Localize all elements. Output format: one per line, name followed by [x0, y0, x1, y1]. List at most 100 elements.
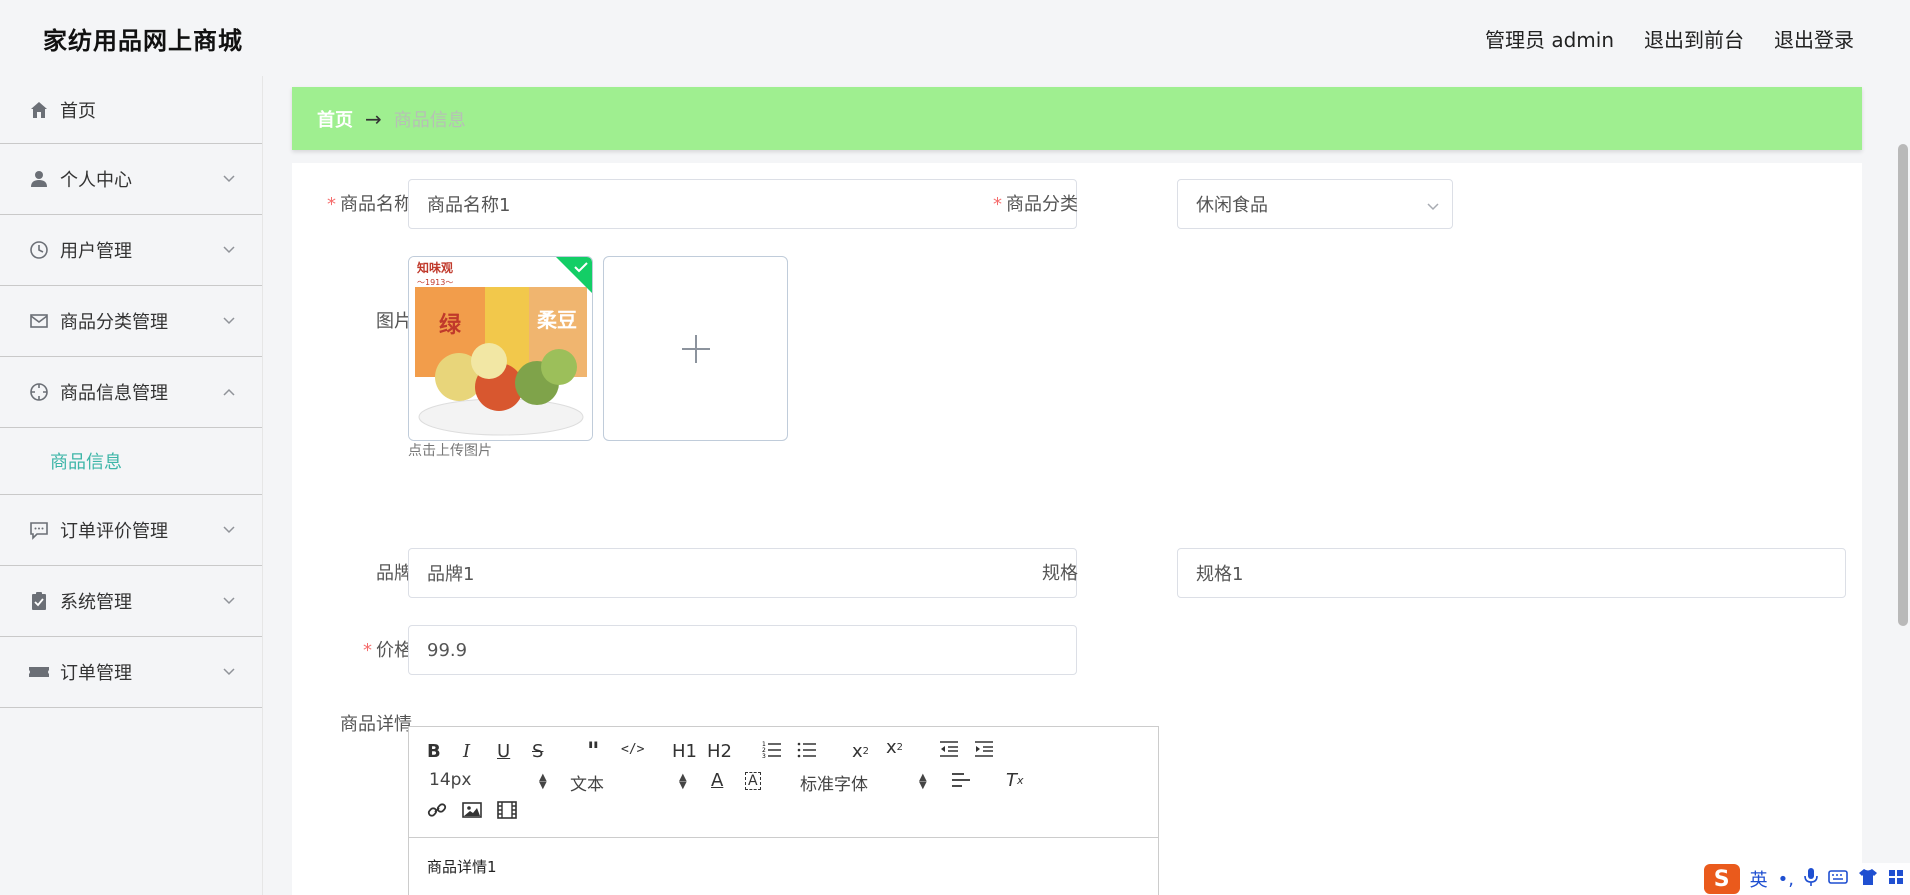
svg-text:3: 3 — [762, 753, 766, 759]
header-1-icon[interactable]: H1 — [672, 741, 697, 762]
sidebar-item-label: 个人中心 — [60, 170, 132, 191]
upload-tip: 点击上传图片 — [408, 443, 492, 459]
chat-icon — [28, 519, 50, 541]
product-category-select[interactable]: 休闲食品 — [1177, 179, 1453, 229]
spec-input[interactable]: 规格1 — [1177, 548, 1846, 598]
sidebar-item-user-management[interactable]: 用户管理 — [0, 215, 262, 286]
exit-to-front-link[interactable]: 退出到前台 — [1644, 24, 1744, 53]
toolbox-icon[interactable] — [1888, 869, 1904, 890]
video-icon[interactable] — [497, 801, 517, 819]
chevron-down-icon — [222, 665, 236, 679]
select-arrows-icon: ▲ ▼ — [679, 772, 687, 791]
detail-label: 商品详情 — [340, 714, 412, 735]
brand-label: 品牌 — [376, 563, 412, 584]
font-family-select[interactable]: 标准字体 ▲ ▼ — [800, 770, 927, 796]
sidebar-subitem-product-info[interactable]: 商品信息 — [50, 448, 122, 474]
uploaded-product-image[interactable]: 知味观 〜1913〜 绿 柔豆 — [408, 256, 593, 441]
product-category-value: 休闲食品 — [1196, 195, 1268, 216]
outdent-icon[interactable] — [939, 740, 959, 758]
editor-content[interactable]: 商品详情1 — [409, 838, 1158, 895]
upload-add-button[interactable] — [603, 256, 788, 441]
font-family-value: 标准字体 — [800, 775, 868, 795]
chevron-down-icon — [222, 594, 236, 608]
sidebar-item-personal-center[interactable]: 个人中心 — [0, 144, 262, 215]
image-label: 图片 — [376, 311, 412, 332]
vertical-scrollbar[interactable] — [1896, 70, 1910, 895]
sidebar-item-order-review-management[interactable]: 订单评价管理 — [0, 495, 262, 566]
sidebar-item-label: 商品信息管理 — [60, 383, 168, 404]
main-content: 首页 → 商品信息 * 商品名称 商品名称1 * 商品分类 休闲食品 图片 知味观 … — [292, 87, 1862, 895]
svg-text:〜1913〜: 〜1913〜 — [417, 278, 453, 287]
bold-icon[interactable]: B — [427, 741, 441, 762]
background-color-icon[interactable]: A — [745, 772, 761, 790]
text-type-select[interactable]: 文本 ▲ ▼ — [570, 770, 687, 796]
svg-text:绿: 绿 — [439, 312, 462, 338]
font-color-icon[interactable]: A — [711, 770, 723, 791]
strike-icon[interactable]: S — [532, 741, 543, 762]
align-left-icon[interactable] — [951, 772, 971, 790]
font-size-value: 14px — [429, 770, 472, 790]
text-type-value: 文本 — [570, 775, 604, 795]
product-category-label: * 商品分类 — [993, 194, 1078, 215]
keyboard-icon[interactable] — [1828, 869, 1848, 890]
indent-icon[interactable] — [974, 740, 994, 758]
image-icon[interactable] — [462, 801, 482, 819]
plus-icon — [681, 334, 710, 363]
ime-toolbar: S 英 •, — [1697, 863, 1910, 895]
rich-text-editor: B I U S " </> H1 H2 123 x2 x2 14px ▲ ▼ 文… — [408, 726, 1159, 895]
logout-link[interactable]: 退出登录 — [1774, 24, 1854, 53]
chevron-up-icon — [222, 385, 236, 399]
sidebar-item-label: 用户管理 — [60, 241, 132, 262]
sidebar-item-home[interactable]: 首页 — [0, 76, 262, 144]
skin-icon[interactable] — [1858, 868, 1878, 891]
punctuation-icon[interactable]: •, — [1778, 869, 1794, 890]
sogou-logo-icon[interactable]: S — [1703, 864, 1740, 894]
microphone-icon[interactable] — [1804, 867, 1818, 892]
header-2-icon[interactable]: H2 — [707, 741, 732, 762]
chevron-down-icon — [222, 523, 236, 537]
svg-text:柔豆: 柔豆 — [537, 308, 577, 332]
sidebar-item-label: 订单评价管理 — [60, 521, 168, 542]
check-icon — [574, 262, 588, 273]
chevron-down-icon — [222, 314, 236, 328]
sidebar-item-system-management[interactable]: 系统管理 — [0, 566, 262, 637]
chevron-down-icon — [1426, 197, 1440, 211]
price-label: * 价格 — [363, 640, 412, 661]
breadcrumb: 首页 → 商品信息 — [292, 87, 1862, 150]
user-icon — [28, 168, 50, 190]
clock-icon — [28, 239, 50, 261]
sidebar-item-label: 首页 — [60, 100, 96, 122]
sidebar-item-label: 商品分类管理 — [60, 312, 168, 333]
spec-label: 规格 — [1042, 563, 1078, 584]
code-block-icon[interactable]: </> — [621, 742, 644, 757]
sidebar-item-order-management[interactable]: 订单管理 — [0, 637, 262, 708]
compass-icon — [28, 381, 50, 403]
home-icon — [28, 99, 50, 121]
sidebar-item-label: 系统管理 — [60, 592, 132, 613]
bullet-list-icon[interactable] — [797, 739, 817, 759]
underline-icon[interactable]: U — [497, 741, 510, 762]
subscript-icon[interactable]: x2 — [852, 741, 869, 762]
price-input[interactable]: 99.9 — [408, 625, 1077, 675]
scrollbar-thumb[interactable] — [1898, 144, 1908, 626]
breadcrumb-home[interactable]: 首页 — [317, 106, 353, 132]
chevron-down-icon — [222, 172, 236, 186]
italic-icon[interactable]: I — [463, 741, 470, 762]
svg-text:知味观: 知味观 — [416, 260, 453, 275]
site-title: 家纺用品网上商城 — [43, 26, 243, 55]
submenu-product-info: 商品信息 — [0, 428, 262, 495]
ordered-list-icon[interactable]: 123 — [762, 739, 782, 759]
font-size-select[interactable]: 14px ▲ ▼ — [429, 770, 547, 791]
mail-icon — [28, 310, 50, 332]
top-header: 家纺用品网上商城 管理员 admin 退出到前台 退出登录 — [0, 0, 1910, 76]
ticket-icon — [28, 661, 50, 683]
sidebar-item-product-info-management[interactable]: 商品信息管理 — [0, 357, 262, 428]
clipboard-icon — [28, 590, 50, 612]
superscript-icon[interactable]: x2 — [886, 737, 903, 758]
sidebar-item-category-management[interactable]: 商品分类管理 — [0, 286, 262, 357]
blockquote-icon[interactable]: " — [587, 737, 600, 765]
clear-format-icon[interactable]: Tx — [1006, 770, 1024, 791]
link-icon[interactable] — [427, 800, 447, 820]
ime-language-toggle[interactable]: 英 — [1750, 866, 1768, 892]
sidebar: 首页 个人中心 用户管理 商品分类管理 商品信息管理 商品信息 订单评价管理 系… — [0, 76, 263, 895]
